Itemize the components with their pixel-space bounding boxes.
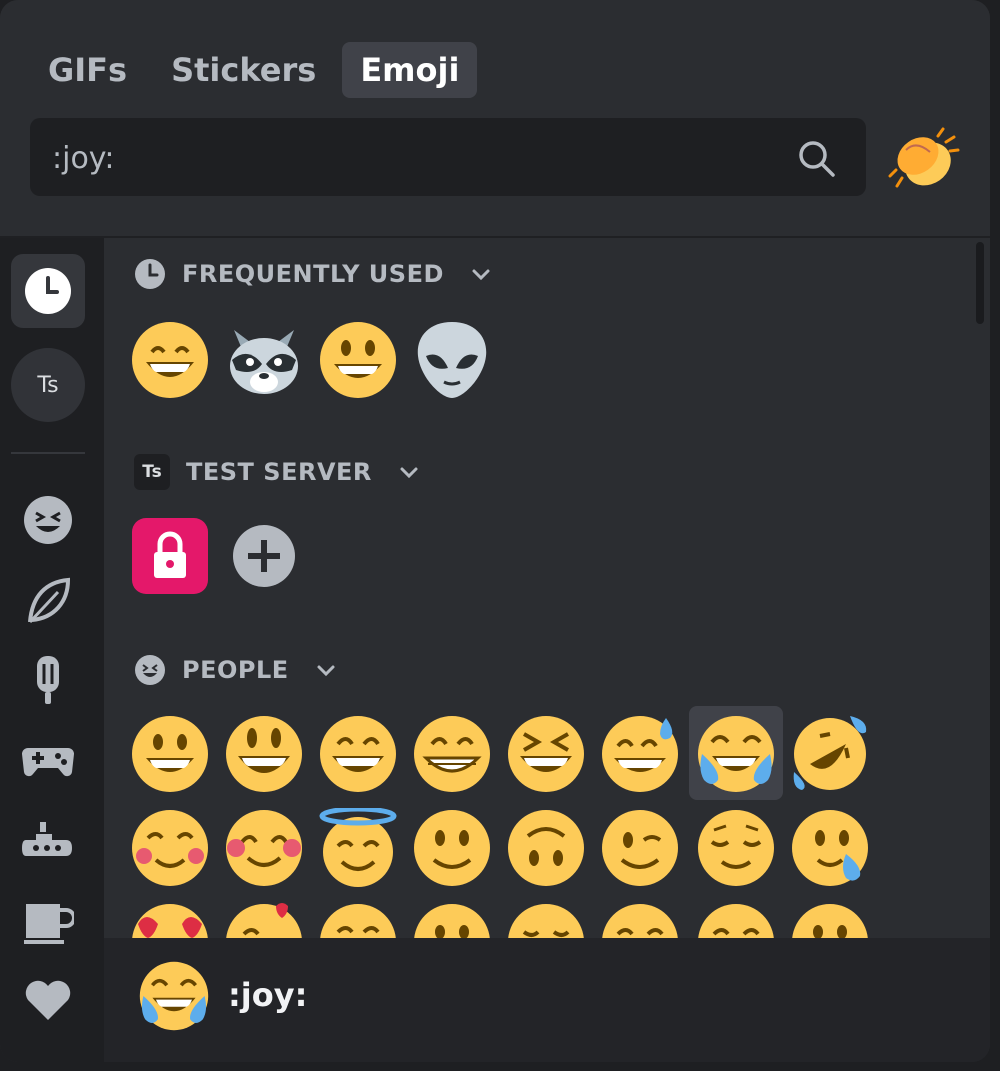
emoji-face-holding-tears[interactable]	[790, 808, 870, 888]
emoji-kissing-smiling-eyes[interactable]	[600, 902, 680, 938]
section-label: TEST SERVER	[186, 458, 372, 486]
section-label: FREQUENTLY USED	[182, 260, 444, 288]
emoji-kissing-closed-eyes[interactable]	[506, 902, 586, 938]
rail-recent[interactable]	[11, 254, 85, 328]
recent-icon	[25, 268, 71, 314]
emoji-raccoon[interactable]	[224, 320, 304, 400]
search-icon[interactable]	[796, 138, 836, 178]
emoji-wink[interactable]	[600, 808, 680, 888]
popsicle-icon[interactable]	[22, 654, 74, 706]
server-badge: Ts	[134, 454, 170, 490]
tab-emoji[interactable]: Emoji	[342, 42, 478, 98]
emoji-kissing[interactable]	[412, 902, 492, 938]
submarine-icon[interactable]	[22, 816, 74, 868]
heart-icon[interactable]	[22, 974, 74, 1026]
clapping-hands-icon[interactable]	[888, 126, 960, 192]
emoji-alien[interactable]	[412, 320, 492, 400]
section-frequently-used[interactable]: FREQUENTLY USED	[134, 254, 492, 294]
picker-tabs: GIFs Stickers Emoji	[30, 42, 478, 98]
emoji-relaxed[interactable]	[130, 808, 210, 888]
lock-custom-emoji[interactable]	[132, 518, 208, 594]
emoji-blush[interactable]	[224, 808, 304, 888]
emoji-preview-name: :joy:	[228, 976, 308, 1014]
tab-stickers[interactable]: Stickers	[153, 42, 334, 98]
emoji-sweat-smile[interactable]	[600, 714, 680, 794]
add-emoji-button[interactable]	[232, 524, 296, 588]
section-test-server[interactable]: Ts TEST SERVER	[134, 452, 420, 492]
emoji-grinning-face[interactable]	[318, 320, 398, 400]
emoji-smiley[interactable]	[224, 714, 304, 794]
emoji-stuck-out-tongue[interactable]	[790, 902, 870, 938]
emoji-star-struck[interactable]	[318, 902, 398, 938]
smiley-icon[interactable]	[22, 494, 74, 546]
emoji-smile[interactable]	[318, 714, 398, 794]
emoji-picker: GIFs Stickers Emoji:joy: Ts FREQUENTLY …	[0, 0, 990, 1062]
emoji-yum[interactable]	[696, 902, 776, 938]
emoji-grid-area: FREQUENTLY USED Ts TEST SERVER PEOPLE	[104, 238, 978, 938]
gamepad-icon[interactable]	[22, 734, 74, 786]
emoji-rofl[interactable]	[790, 714, 870, 794]
picker-header: GIFs Stickers Emoji	[0, 0, 990, 238]
chevron-down-icon	[472, 269, 490, 281]
emoji-slight-smile[interactable]	[412, 808, 492, 888]
emoji-joy[interactable]	[696, 714, 776, 794]
coffee-icon[interactable]	[22, 894, 74, 946]
emoji-grinning[interactable]	[130, 714, 210, 794]
emoji-joy-preview	[139, 961, 209, 1031]
chevron-down-icon	[400, 467, 418, 479]
category-rail: Ts	[0, 238, 104, 1062]
emoji-preview-footer: :joy:	[104, 938, 990, 1062]
chevron-down-icon	[317, 665, 335, 677]
emoji-kissing-heart[interactable]	[224, 902, 304, 938]
search-box[interactable]	[30, 118, 866, 198]
rail-divider	[11, 452, 85, 454]
emoji-innocent[interactable]	[318, 808, 398, 888]
emoji-relieved[interactable]	[696, 808, 776, 888]
section-label: PEOPLE	[182, 656, 289, 684]
emoji-grin[interactable]	[412, 714, 492, 794]
section-people[interactable]: PEOPLE	[134, 650, 337, 690]
emoji-heart-eyes[interactable]	[130, 902, 210, 938]
rail-server-ts[interactable]: Ts	[11, 348, 85, 422]
recent-icon	[135, 259, 165, 289]
emoji-grinning-smiling-eyes[interactable]	[130, 320, 210, 400]
smiley-icon	[135, 655, 165, 685]
leaf-icon[interactable]	[22, 576, 74, 628]
server-avatar: Ts	[11, 348, 85, 422]
emoji-upside-down[interactable]	[506, 808, 586, 888]
emoji-laughing[interactable]	[506, 714, 586, 794]
search-input[interactable]	[50, 118, 794, 198]
tab-gifs[interactable]: GIFs	[30, 42, 145, 98]
